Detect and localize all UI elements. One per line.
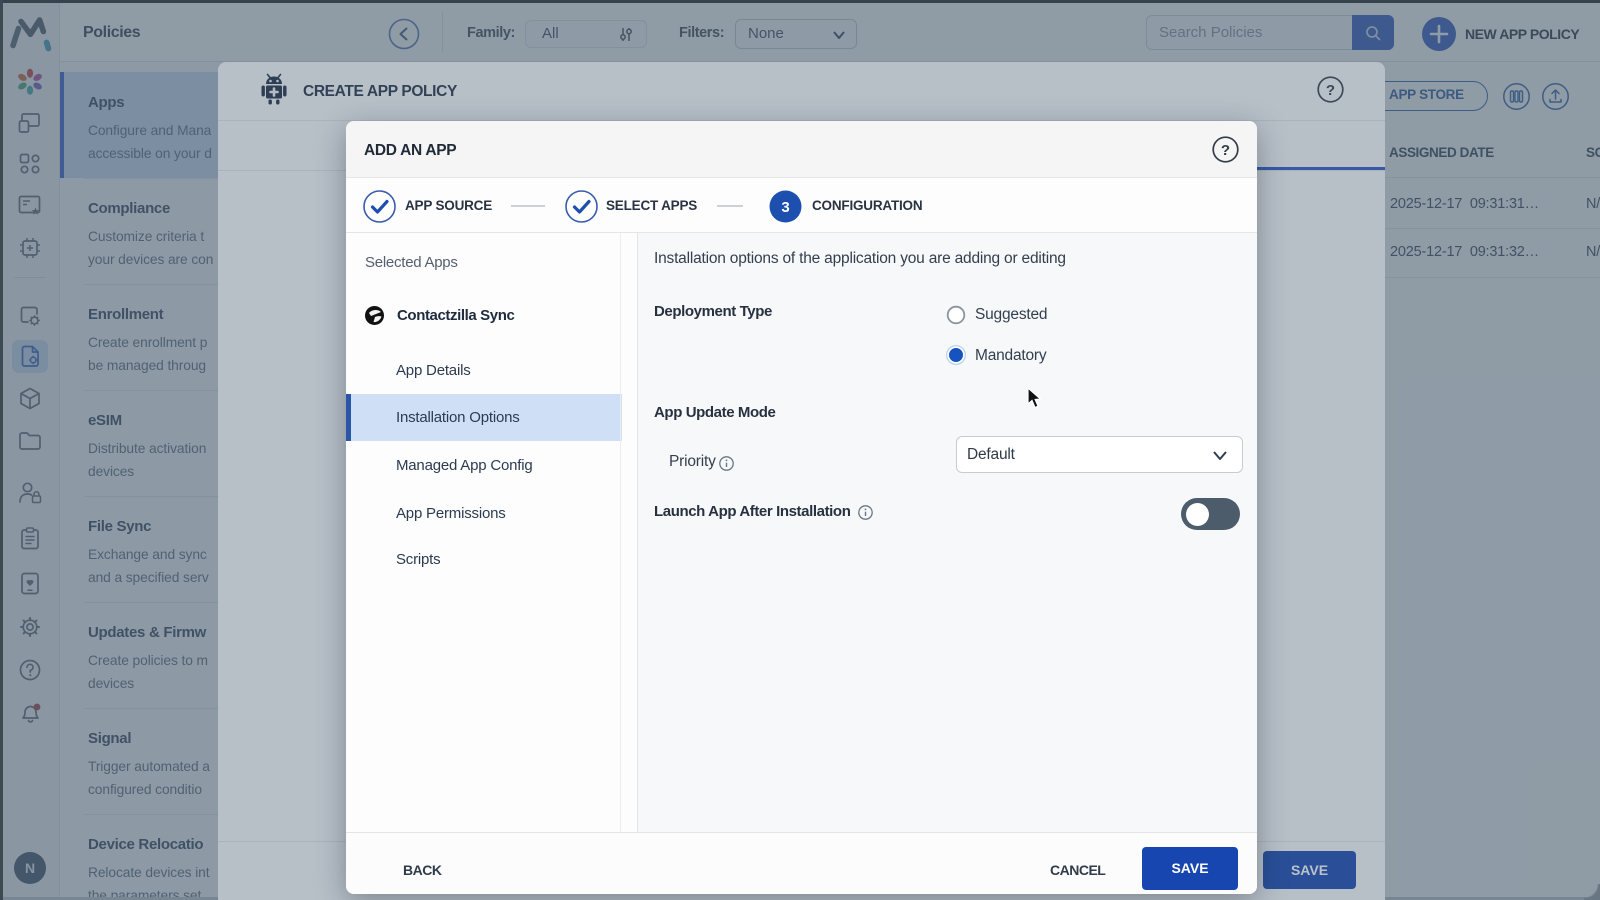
svg-text:3: 3: [781, 199, 789, 216]
svg-text:?: ?: [1221, 142, 1230, 159]
